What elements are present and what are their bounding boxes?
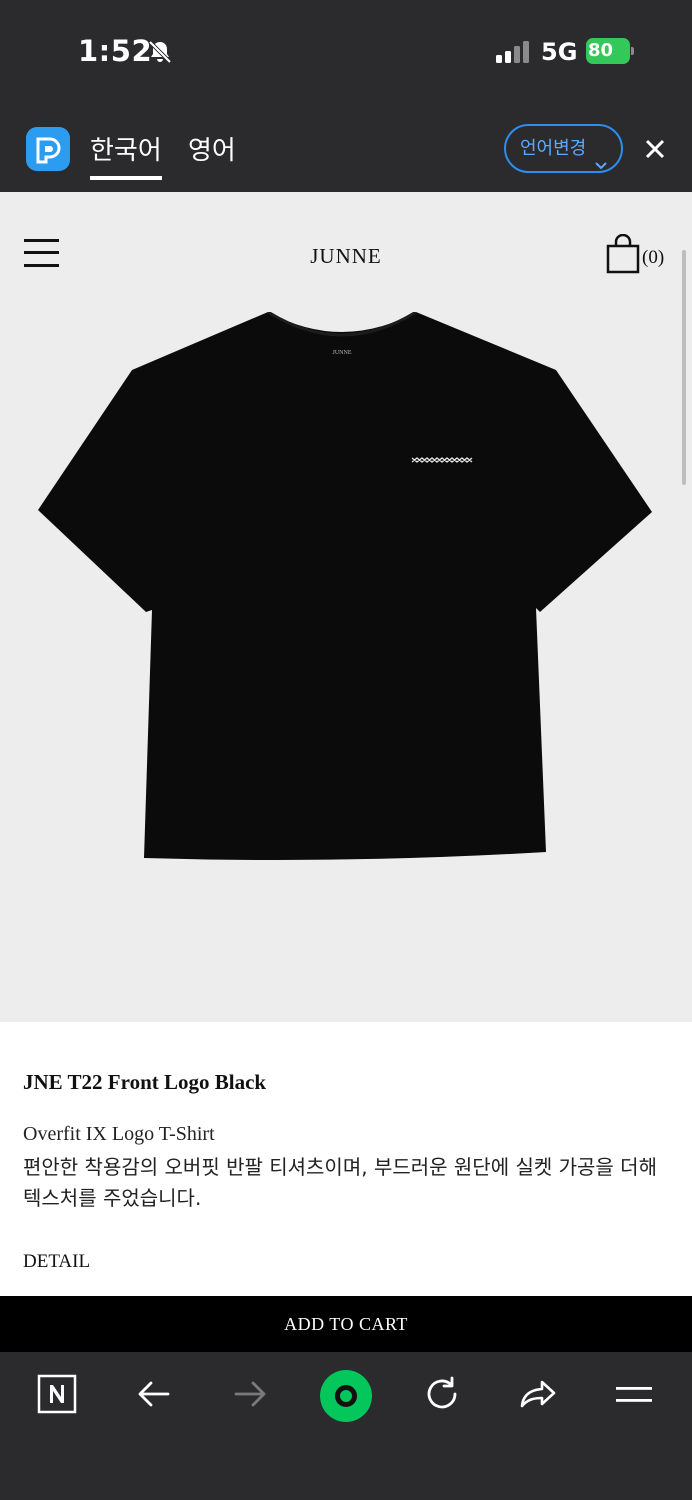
tab-english[interactable]: 영어 xyxy=(188,130,236,167)
add-to-cart-button[interactable]: ADD TO CART xyxy=(0,1296,692,1352)
papago-logo-icon[interactable] xyxy=(26,127,70,171)
refresh-icon[interactable] xyxy=(422,1374,462,1414)
home-green-icon[interactable] xyxy=(320,1370,372,1422)
cellular-signal-icon xyxy=(496,41,532,63)
product-subtitle: Overfit IX Logo T-Shirt xyxy=(23,1123,215,1145)
network-type: 5G xyxy=(541,38,578,66)
cart-count[interactable]: (0) xyxy=(642,247,664,269)
bell-muted-icon xyxy=(146,38,174,66)
shopping-bag-icon[interactable] xyxy=(606,233,640,274)
status-time: 1:52 xyxy=(78,34,153,68)
product-tshirt-image[interactable]: JUNNE xyxy=(36,312,654,864)
forward-arrow-icon[interactable] xyxy=(230,1374,270,1414)
brand-logo[interactable]: JUNNE xyxy=(0,244,692,269)
product-title: JNE T22 Front Logo Black xyxy=(23,1070,267,1094)
close-icon[interactable] xyxy=(644,138,666,160)
battery-level: 80 xyxy=(586,38,630,64)
naver-n-icon[interactable] xyxy=(37,1374,77,1414)
menu-icon[interactable] xyxy=(614,1374,654,1414)
product-description: 편안한 착용감의 오버핏 반팔 티셔츠이며, 부드러운 원단에 실켓 가공을 더… xyxy=(23,1155,657,1210)
neck-label: JUNNE xyxy=(333,350,352,356)
status-bar: 1:52 5G 80 xyxy=(0,0,692,104)
product-image-area: JUNNE (0) JUNNE xyxy=(0,192,692,1022)
chevron-down-icon xyxy=(595,143,607,170)
tab-korean[interactable]: 한국어 xyxy=(90,130,162,167)
home-dot xyxy=(335,1385,357,1407)
product-info: JNE T22 Front Logo Black Overfit IX Logo… xyxy=(0,1022,692,1296)
browser-toolbar xyxy=(0,1352,692,1500)
change-language-button[interactable]: 언어변경 xyxy=(504,124,623,173)
battery-tip xyxy=(631,47,634,55)
active-tab-indicator xyxy=(90,176,162,180)
detail-link[interactable]: DETAIL xyxy=(23,1251,90,1273)
battery-icon: 80 xyxy=(586,38,634,64)
back-arrow-icon[interactable] xyxy=(134,1374,174,1414)
translate-bar: 한국어 영어 언어변경 xyxy=(0,104,692,192)
scrollbar[interactable] xyxy=(682,250,686,485)
share-icon[interactable] xyxy=(518,1374,558,1414)
change-language-label: 언어변경 xyxy=(520,138,587,159)
